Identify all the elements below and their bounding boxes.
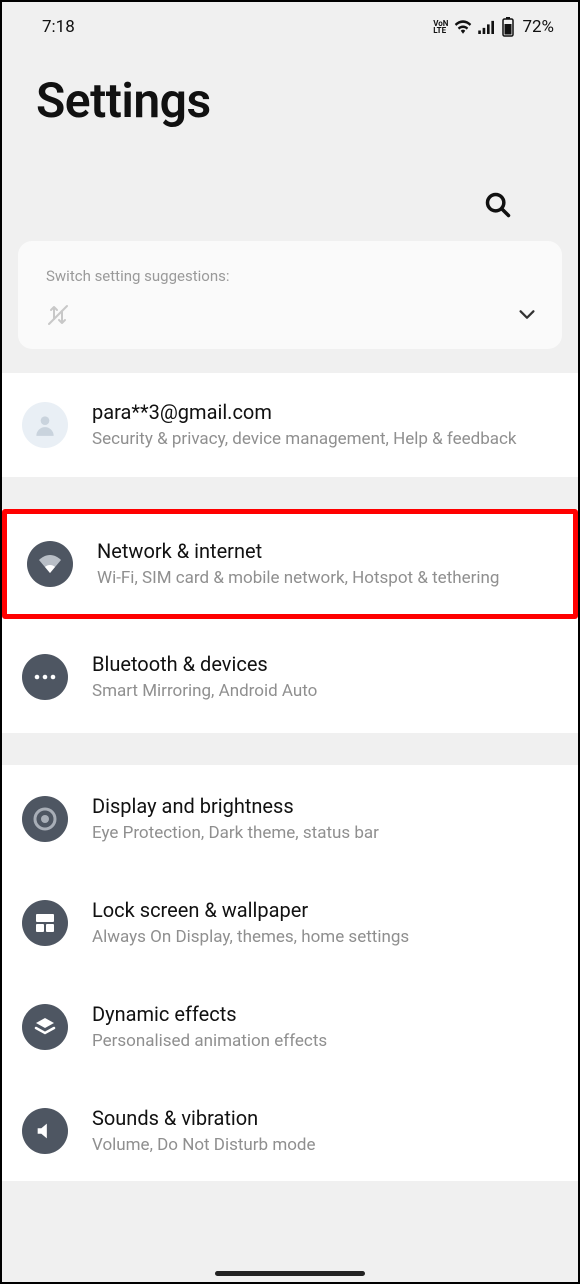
settings-group-display: Display and brightness Eye Protection, D… <box>2 765 578 1181</box>
header: Settings <box>2 44 578 241</box>
wifi-icon <box>454 20 472 34</box>
item-title: Network & internet <box>97 538 553 565</box>
brightness-circle-icon <box>22 796 68 842</box>
item-subtitle: Personalised animation effects <box>92 1030 558 1053</box>
volte-icon: VoNLTE <box>433 20 448 34</box>
chevron-down-icon[interactable] <box>516 304 538 326</box>
account-email: para**3@gmail.com <box>92 399 558 426</box>
settings-item-network[interactable]: Network & internet Wi-Fi, SIM card & mob… <box>2 509 578 619</box>
wallpaper-circle-icon <box>22 900 68 946</box>
settings-group-connectivity: Network & internet Wi-Fi, SIM card & mob… <box>2 509 578 733</box>
no-transfer-icon <box>46 303 70 327</box>
person-icon <box>32 412 58 438</box>
home-indicator[interactable] <box>215 1271 365 1276</box>
wifi-icon <box>38 554 62 574</box>
signal-icon <box>478 20 496 34</box>
item-subtitle: Smart Mirroring, Android Auto <box>92 680 558 703</box>
item-title: Bluetooth & devices <box>92 651 558 678</box>
battery-icon <box>502 17 514 37</box>
more-circle-icon <box>22 654 68 700</box>
dots-icon <box>34 674 56 680</box>
suggestions-label: Switch setting suggestions: <box>46 267 538 285</box>
item-subtitle: Eye Protection, Dark theme, status bar <box>92 822 558 845</box>
item-title: Dynamic effects <box>92 1001 558 1028</box>
status-icons: VoNLTE 72% <box>433 17 554 37</box>
settings-item-dynamic-effects[interactable]: Dynamic effects Personalised animation e… <box>2 975 578 1079</box>
battery-percentage: 72% <box>522 17 554 37</box>
item-subtitle: Wi-Fi, SIM card & mobile network, Hotspo… <box>97 567 553 590</box>
account-section: para**3@gmail.com Security & privacy, de… <box>2 373 578 477</box>
item-title: Display and brightness <box>92 793 558 820</box>
status-bar: 7:18 VoNLTE 72% <box>2 2 578 44</box>
speaker-icon <box>34 1120 56 1142</box>
item-subtitle: Always On Display, themes, home settings <box>92 926 558 949</box>
page-title: Settings <box>36 72 544 129</box>
brightness-icon <box>33 807 57 831</box>
wallpaper-icon <box>33 911 57 935</box>
wifi-circle-icon <box>27 541 73 587</box>
item-title: Lock screen & wallpaper <box>92 897 558 924</box>
item-title: Sounds & vibration <box>92 1105 558 1132</box>
account-subtitle: Security & privacy, device management, H… <box>92 428 558 451</box>
settings-item-sounds[interactable]: Sounds & vibration Volume, Do Not Distur… <box>2 1079 578 1181</box>
search-icon <box>484 191 512 219</box>
item-subtitle: Volume, Do Not Disturb mode <box>92 1134 558 1157</box>
settings-item-lockscreen[interactable]: Lock screen & wallpaper Always On Displa… <box>2 871 578 975</box>
avatar <box>22 402 68 448</box>
effects-circle-icon <box>22 1004 68 1050</box>
settings-item-account[interactable]: para**3@gmail.com Security & privacy, de… <box>2 373 578 477</box>
suggestions-card[interactable]: Switch setting suggestions: <box>18 241 562 349</box>
search-button[interactable] <box>480 187 516 223</box>
sound-circle-icon <box>22 1108 68 1154</box>
status-time: 7:18 <box>42 17 75 37</box>
settings-item-display[interactable]: Display and brightness Eye Protection, D… <box>2 765 578 871</box>
layers-icon <box>33 1015 57 1039</box>
settings-item-bluetooth[interactable]: Bluetooth & devices Smart Mirroring, And… <box>2 619 578 733</box>
